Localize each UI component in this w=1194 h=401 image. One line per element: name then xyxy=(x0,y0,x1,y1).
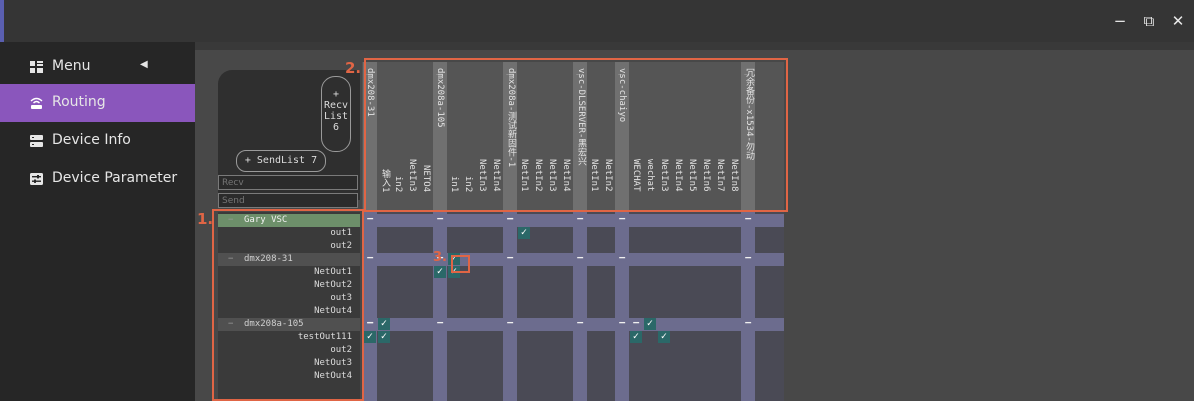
matrix-checked-cell[interactable]: ✓ xyxy=(630,331,642,343)
recv-list-count: 6 xyxy=(332,122,340,133)
sidebar-item-routing[interactable]: Routing xyxy=(0,84,195,122)
matrix-device-marker[interactable]: − xyxy=(364,213,376,226)
matrix-device-marker[interactable]: − xyxy=(742,317,754,330)
matrix-device-row xyxy=(362,214,784,227)
wifi-router-icon xyxy=(30,97,43,109)
matrix-device-row xyxy=(362,318,784,331)
server-icon xyxy=(30,135,43,147)
sidebar-item-label: Device Info xyxy=(52,132,131,148)
restore-window-icon[interactable]: ⧉ xyxy=(1137,10,1161,32)
matrix-device-column xyxy=(741,212,755,401)
matrix-checked-cell[interactable]: ✓ xyxy=(518,227,530,239)
sidebar-item-label: Routing xyxy=(52,94,106,110)
matrix-device-marker[interactable]: − xyxy=(364,252,376,265)
matrix-device-column xyxy=(573,212,587,401)
annotation-label-3: 3. xyxy=(433,250,447,265)
sidebar-item-label: Device Parameter xyxy=(52,170,178,186)
matrix-device-marker[interactable]: − xyxy=(434,213,446,226)
matrix-checked-cell[interactable]: ✓ xyxy=(658,331,670,343)
matrix-device-column xyxy=(433,212,447,401)
matrix-checked-cell[interactable]: ✓ xyxy=(378,318,390,330)
menu-grid-icon xyxy=(30,61,43,73)
accent-strip xyxy=(0,0,4,46)
matrix-device-marker[interactable]: − xyxy=(616,252,628,265)
sliders-icon xyxy=(30,173,43,185)
matrix-partial-cell[interactable]: − xyxy=(364,317,376,330)
recv-list-label-2: List xyxy=(323,111,349,122)
recv-list-plus: + xyxy=(332,89,340,100)
annotation-label-1: 1. xyxy=(197,210,214,228)
sidebar-item-menu[interactable]: Menu ◀ xyxy=(0,48,195,86)
matrix-device-marker[interactable]: − xyxy=(504,317,516,330)
matrix-device-marker[interactable]: − xyxy=(574,317,586,330)
recv-list-button[interactable]: + Recv List 6 xyxy=(321,76,351,152)
matrix-device-row xyxy=(362,253,784,266)
send-list-button[interactable]: + SendList 7 xyxy=(236,150,326,172)
sidebar-item-label: Menu xyxy=(52,58,91,74)
matrix-device-column xyxy=(503,212,517,401)
matrix-device-marker[interactable]: − xyxy=(616,213,628,226)
matrix-device-marker[interactable]: − xyxy=(504,252,516,265)
annotation-box-3 xyxy=(451,255,470,273)
close-icon[interactable]: ✕ xyxy=(1166,10,1190,32)
sidebar-item-device-info[interactable]: Device Info xyxy=(0,122,195,160)
matrix-checked-cell[interactable]: ✓ xyxy=(378,331,390,343)
matrix-device-marker[interactable]: − xyxy=(574,252,586,265)
matrix-partial-cell[interactable]: − xyxy=(630,317,642,330)
sidebar-item-device-parameter[interactable]: Device Parameter xyxy=(0,160,195,198)
routing-matrix[interactable]: − − − − − − − − − − − − − − − − − − − − − ✓ ✓ ✓ ✓ ✓ ✓ ✓ ✓ ✓ ✓ xyxy=(362,212,784,401)
matrix-device-marker[interactable]: − xyxy=(616,317,628,330)
recv-filter-input[interactable] xyxy=(218,175,358,190)
matrix-checked-cell[interactable]: ✓ xyxy=(644,318,656,330)
matrix-partial-cell[interactable]: − xyxy=(504,213,516,226)
minimize-icon[interactable]: − xyxy=(1108,10,1132,32)
matrix-device-marker[interactable]: − xyxy=(742,213,754,226)
sidebar: Menu ◀ Routing Device Info Device Parame… xyxy=(0,42,195,401)
title-bar: − ⧉ ✕ xyxy=(0,0,1194,46)
annotation-label-2: 2. xyxy=(345,59,362,77)
matrix-checked-cell[interactable]: ✓ xyxy=(434,266,446,278)
matrix-device-column xyxy=(363,212,377,401)
matrix-device-marker[interactable]: − xyxy=(742,252,754,265)
matrix-device-marker[interactable]: − xyxy=(434,317,446,330)
matrix-device-marker[interactable]: − xyxy=(574,213,586,226)
recv-list-label-1: Recv xyxy=(323,100,349,111)
annotation-box-2 xyxy=(364,58,788,212)
annotation-box-1 xyxy=(212,209,364,401)
collapse-left-icon[interactable]: ◀ xyxy=(140,59,148,70)
matrix-checked-cell[interactable]: ✓ xyxy=(364,331,376,343)
send-filter-input[interactable] xyxy=(218,193,358,208)
matrix-device-column xyxy=(615,212,629,401)
